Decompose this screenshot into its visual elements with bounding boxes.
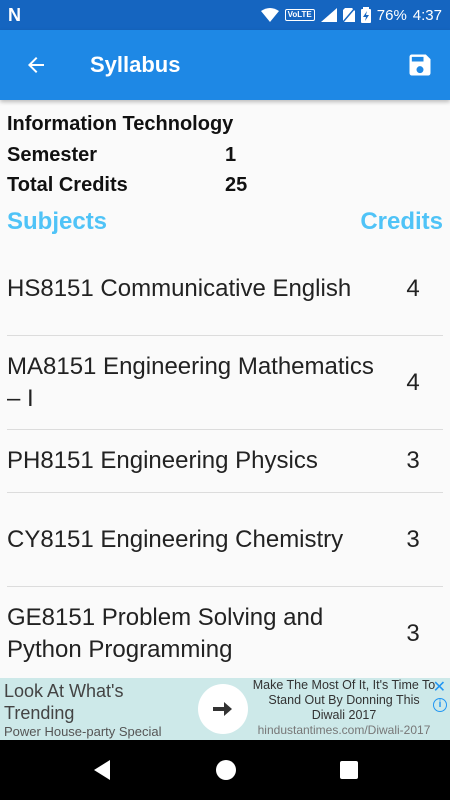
arrow-left-icon [28, 57, 44, 73]
back-triangle-icon[interactable] [92, 759, 112, 781]
semester-label: Semester [7, 144, 98, 166]
subject-row[interactable]: PH8151 Engineering Physics 3 [7, 430, 443, 493]
subject-credits: 3 [406, 525, 420, 553]
app-bar: Syllabus [0, 30, 450, 100]
subject-credits: 4 [406, 368, 420, 396]
no-sim-icon [342, 8, 355, 22]
subject-name: MA8151 Engineering Mathematics – I [7, 352, 374, 412]
ad-text-block[interactable]: Look At What's Trending Power House-part… [4, 680, 194, 740]
subject-name: CY8151 Engineering Chemistry [7, 525, 344, 553]
subjects-header: Subjects [7, 208, 108, 235]
back-button[interactable] [0, 30, 72, 100]
ad-banner[interactable]: Look At What's Trending Power House-part… [0, 678, 450, 740]
ad-subline: Power House-party Special [4, 724, 162, 739]
wifi-icon [260, 8, 279, 22]
subject-name: GE8151 Problem Solving and Python Progra… [7, 603, 324, 663]
subject-name: PH8151 Engineering Physics [7, 447, 318, 474]
status-bar: N VoLTE 76% 4:37 [0, 0, 450, 30]
subject-name: HS8151 Communicative English [7, 274, 352, 302]
battery-charging-icon [360, 7, 371, 23]
subject-row[interactable]: MA8151 Engineering Mathematics – I 4 [7, 336, 443, 430]
semester-value: 1 [225, 144, 237, 166]
ad-go-button[interactable] [198, 684, 248, 734]
ad-info-icon[interactable]: i [433, 698, 447, 712]
subject-credits: 3 [406, 619, 420, 647]
subject-row[interactable]: CY8151 Engineering Chemistry 3 [7, 493, 443, 587]
ad-body-text: Make The Most Of It, It's Time To Stand … [252, 678, 436, 722]
notification-n-icon: N [8, 4, 21, 25]
signal-icon [320, 8, 337, 22]
subject-credits: 3 [406, 447, 420, 474]
total-credits-label: Total Credits [7, 174, 128, 196]
home-circle-icon[interactable] [215, 759, 237, 781]
page-title: Syllabus [90, 52, 181, 77]
ad-url: hindustantimes.com/Diwali-2017 [257, 723, 431, 737]
arrow-right-icon [213, 702, 232, 716]
subject-credits: 4 [406, 274, 420, 302]
subject-row[interactable]: GE8151 Problem Solving and Python Progra… [7, 587, 443, 678]
ad-body[interactable]: Make The Most Of It, It's Time To Stand … [252, 678, 436, 738]
volte-badge: VoLTE [284, 9, 315, 21]
save-button[interactable] [390, 30, 450, 100]
battery-percent: 76% [376, 6, 407, 24]
subject-row[interactable]: HS8151 Communicative English 4 [7, 242, 443, 336]
floppy-disk-icon [409, 54, 431, 76]
syllabus-content[interactable]: Information Technology Semester 1 Total … [0, 100, 450, 678]
department-name: Information Technology [7, 113, 234, 135]
ad-headline: Look At What's Trending [4, 681, 124, 723]
total-credits-row: Total Credits 25 [7, 172, 443, 202]
total-credits-value: 25 [225, 174, 248, 196]
credits-header: Credits [360, 208, 443, 235]
semester-row: Semester 1 [7, 142, 443, 172]
ad-close-icon[interactable]: ✕ [433, 680, 446, 696]
course-info: Information Technology Semester 1 Total … [0, 100, 450, 202]
clock: 4:37 [412, 6, 442, 24]
navigation-bar [0, 740, 450, 800]
table-header: Subjects Credits [0, 202, 450, 242]
recents-square-icon[interactable] [340, 761, 359, 779]
